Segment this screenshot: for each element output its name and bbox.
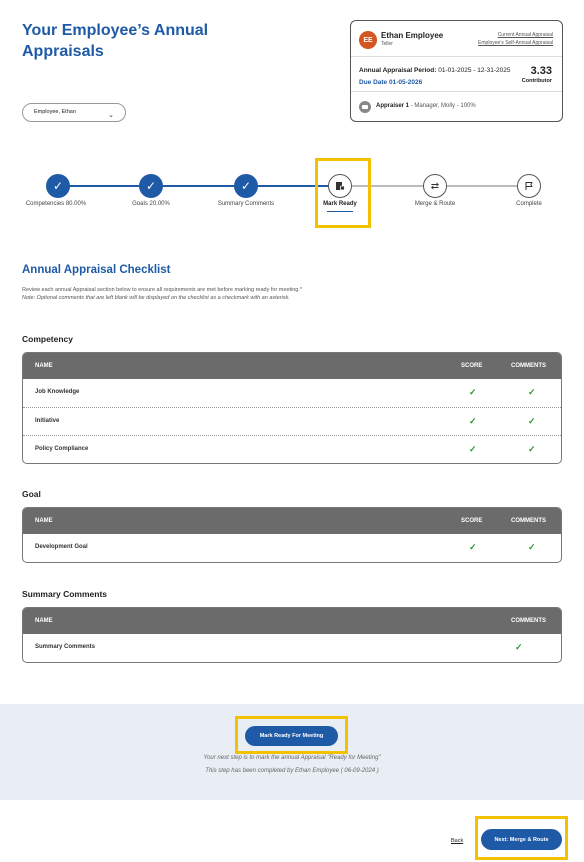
table-header: NAME SCORE COMMENTS bbox=[23, 508, 561, 534]
employee-select-value: Employee, Ethan bbox=[34, 109, 76, 115]
employee-select[interactable]: Employee, Ethan ⌄ bbox=[22, 103, 126, 122]
table-header: NAME SCORE COMMENTS bbox=[23, 353, 561, 379]
competency-table: NAME SCORE COMMENTS Job Knowledge ✓ ✓ In… bbox=[22, 352, 562, 464]
check-icon: ✓ bbox=[528, 444, 536, 454]
completion-message: This step has been completed by Ethan Em… bbox=[205, 768, 379, 774]
check-icon: ✓ bbox=[469, 387, 477, 397]
flag-icon bbox=[525, 182, 533, 190]
summary-table: NAME COMMENTS Summary Comments ✓ bbox=[22, 607, 562, 663]
check-icon: ✓ bbox=[469, 416, 477, 426]
checklist-title: Annual Appraisal Checklist bbox=[22, 264, 171, 276]
appraiser-icon bbox=[359, 101, 371, 113]
row-name: Job Knowledge bbox=[35, 389, 80, 395]
check-icon: ✓ bbox=[515, 642, 523, 652]
step-label: Competencies 80.00% bbox=[25, 201, 87, 207]
check-icon: ✓ bbox=[528, 542, 536, 552]
period-value: 01-01-2025 - 12-31-2025 bbox=[438, 67, 511, 74]
appraiser-label: Appraiser 1 bbox=[376, 103, 410, 109]
due-date: Due Date 01-05-2026 bbox=[359, 79, 423, 86]
step-label: Merge & Route bbox=[414, 201, 456, 207]
step-merge-route[interactable]: ⇄ bbox=[423, 174, 447, 198]
swap-arrows-icon: ⇄ bbox=[430, 180, 440, 192]
appraisal-period: Annual Appraisal Period: 01-01-2025 - 12… bbox=[359, 67, 511, 74]
employee-card: EE Ethan Employee Teller Current Annual … bbox=[350, 20, 563, 122]
chevron-down-icon: ⌄ bbox=[108, 112, 114, 119]
check-icon: ✓ bbox=[528, 387, 536, 397]
table-row: Job Knowledge ✓ ✓ bbox=[23, 379, 561, 407]
step-label: Complete bbox=[516, 201, 542, 207]
row-name: Summary Comments bbox=[35, 644, 96, 650]
check-icon: ✓ bbox=[52, 179, 64, 193]
page-title: Your Employee’s Annual Appraisals bbox=[22, 22, 209, 60]
column-header-comments: COMMENTS bbox=[511, 518, 546, 524]
goal-table: NAME SCORE COMMENTS Development Goal ✓ ✓ bbox=[22, 507, 562, 563]
column-header-score: SCORE bbox=[461, 518, 483, 524]
table-row: Summary Comments ✓ bbox=[23, 634, 561, 662]
checklist-description: Review each annual Appraisal section bel… bbox=[22, 287, 303, 293]
check-icon: ✓ bbox=[528, 416, 536, 426]
highlight-box bbox=[235, 716, 348, 754]
avatar: EE bbox=[359, 31, 377, 49]
appraiser-value: - Manager, Molly - 100% bbox=[409, 103, 476, 109]
column-header-comments: COMMENTS bbox=[511, 363, 546, 369]
row-name: Initiative bbox=[35, 418, 60, 424]
column-header-name: NAME bbox=[35, 363, 53, 369]
employee-name: Ethan Employee bbox=[381, 31, 444, 40]
step-label: Goals 20.00% bbox=[132, 201, 170, 207]
column-header-score: SCORE bbox=[461, 363, 483, 369]
table-row: Development Goal ✓ ✓ bbox=[23, 534, 561, 562]
step-label: Summary Comments bbox=[217, 201, 275, 207]
row-name: Development Goal bbox=[35, 544, 88, 550]
checklist-note: Note: Optional comments that are left bl… bbox=[22, 295, 290, 301]
appraiser-info: Appraiser 1 - Manager, Molly - 100% bbox=[376, 103, 476, 109]
step-goals[interactable]: ✓ bbox=[139, 174, 163, 198]
overall-score: 3.33 bbox=[530, 65, 552, 77]
stepper-progress-line bbox=[58, 185, 341, 187]
check-icon: ✓ bbox=[240, 179, 252, 193]
column-header-name: NAME bbox=[35, 518, 53, 524]
column-header-comments: COMMENTS bbox=[511, 618, 546, 624]
highlight-box bbox=[315, 158, 371, 228]
back-link[interactable]: Back bbox=[451, 838, 463, 844]
step-competencies[interactable]: ✓ bbox=[46, 174, 70, 198]
column-header-name: NAME bbox=[35, 618, 53, 624]
highlight-box bbox=[475, 816, 568, 860]
card-divider bbox=[351, 56, 562, 57]
check-icon: ✓ bbox=[145, 179, 157, 193]
table-row: Initiative ✓ ✓ bbox=[23, 407, 561, 435]
employee-role: Teller bbox=[381, 41, 393, 47]
competency-section-title: Competency bbox=[22, 334, 74, 344]
check-icon: ✓ bbox=[469, 444, 477, 454]
period-label: Annual Appraisal Period: bbox=[359, 67, 437, 74]
next-step-message: Your next step is to mark the annual App… bbox=[203, 755, 381, 761]
goal-section-title: Goal bbox=[22, 489, 41, 499]
step-complete[interactable] bbox=[517, 174, 541, 198]
table-header: NAME COMMENTS bbox=[23, 608, 561, 634]
step-summary-comments[interactable]: ✓ bbox=[234, 174, 258, 198]
check-icon: ✓ bbox=[469, 542, 477, 552]
self-appraisal-link[interactable]: Employee’s Self-Annual Appraisal bbox=[478, 40, 553, 46]
table-row: Policy Compliance ✓ ✓ bbox=[23, 435, 561, 463]
current-appraisal-link[interactable]: Current Annual Appraisal bbox=[498, 32, 553, 38]
summary-section-title: Summary Comments bbox=[22, 589, 108, 599]
row-name: Policy Compliance bbox=[35, 446, 89, 452]
card-divider bbox=[351, 91, 562, 92]
score-rating-label: Contributor bbox=[521, 78, 552, 84]
